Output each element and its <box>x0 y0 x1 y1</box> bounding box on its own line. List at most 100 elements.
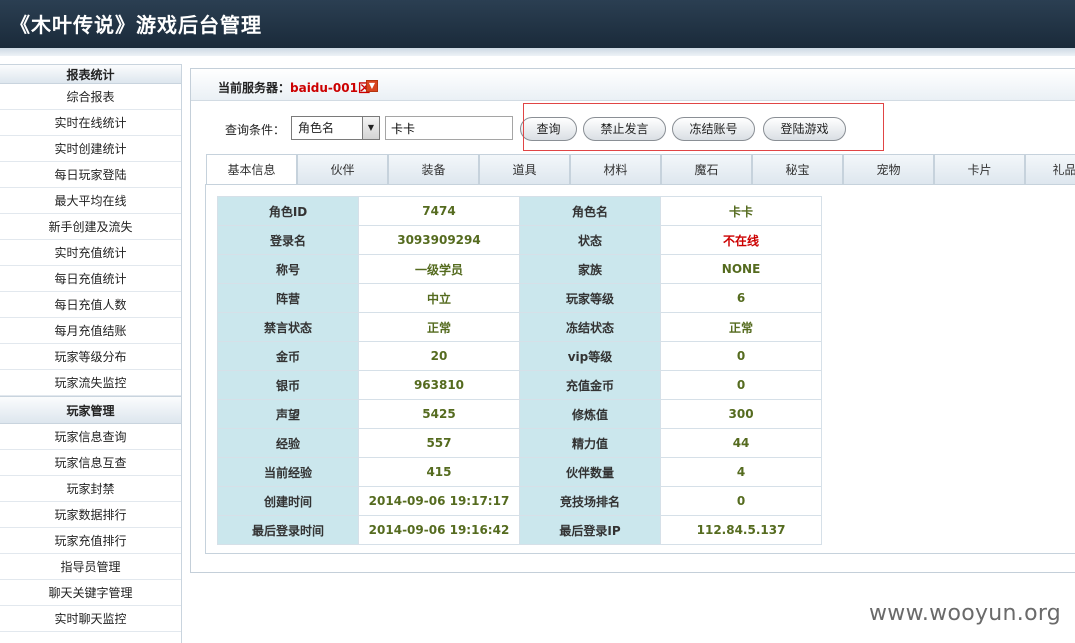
sidebar-item-player-crosscheck[interactable]: 玩家信息互查 <box>0 450 181 476</box>
table-row: 声望 5425 修炼值 300 <box>216 399 822 429</box>
sidebar-item-max-avg-online[interactable]: 最大平均在线 <box>0 188 181 214</box>
field-value: 20 <box>358 341 520 371</box>
watermark: www.wooyun.org <box>869 601 1062 626</box>
sidebar-section-reports[interactable]: 报表统计 <box>0 64 181 84</box>
table-row: 禁言状态 正常 冻结状态 正常 <box>216 312 822 342</box>
field-label: vip等级 <box>518 341 662 371</box>
field-value: 卡卡 <box>660 196 822 226</box>
sidebar-item-player-recharge-rank[interactable]: 玩家充值排行 <box>0 528 181 554</box>
table-row: 创建时间 2014-09-06 19:17:17 竞技场排名 0 <box>216 486 822 516</box>
tab-gift-cards[interactable]: 礼品卡 <box>1025 154 1075 185</box>
field-label: 最后登录时间 <box>216 515 360 545</box>
tab-equipment[interactable]: 装备 <box>388 154 479 185</box>
sidebar-item-summary-report[interactable]: 综合报表 <box>0 84 181 110</box>
tab-bar: 基本信息 伙伴 装备 道具 材料 魔石 秘宝 宠物 卡片 礼品卡 <box>206 154 1075 186</box>
sidebar-item-chat-keywords[interactable]: 聊天关键字管理 <box>0 580 181 606</box>
server-bar: 当前服务器： baidu-001区 ▼ <box>191 69 1075 101</box>
table-row: 经验 557 精力值 44 <box>216 428 822 458</box>
table-row: 称号 一级学员 家族 NONE <box>216 254 822 284</box>
field-label: 经验 <box>216 428 360 458</box>
field-label: 家族 <box>518 254 662 284</box>
server-dropdown-icon[interactable]: ▼ <box>366 80 378 92</box>
query-label: 查询条件： <box>225 123 286 137</box>
field-value: 415 <box>358 457 520 487</box>
sidebar-item-monthly-recharge[interactable]: 每月充值结账 <box>0 318 181 344</box>
sidebar-item-instructor-manage[interactable]: 指导员管理 <box>0 554 181 580</box>
field-value: 中立 <box>358 283 520 313</box>
tab-magic-stones[interactable]: 魔石 <box>661 154 752 185</box>
sidebar-item-realtime-recharge[interactable]: 实时充值统计 <box>0 240 181 266</box>
field-value: 557 <box>358 428 520 458</box>
field-label: 角色ID <box>216 196 360 226</box>
table-row: 角色ID 7474 角色名 卡卡 <box>216 196 822 226</box>
field-label: 状态 <box>518 225 662 255</box>
header-strip <box>0 48 1075 56</box>
field-value: 963810 <box>358 370 520 400</box>
app-header: 《木叶传说》游戏后台管理 <box>0 0 1075 48</box>
sidebar-item-daily-login[interactable]: 每日玩家登陆 <box>0 162 181 188</box>
sidebar: 报表统计 综合报表 实时在线统计 实时创建统计 每日玩家登陆 最大平均在线 新手… <box>0 64 182 643</box>
field-label: 当前经验 <box>216 457 360 487</box>
field-value: 不在线 <box>660 225 822 255</box>
sidebar-item-chat-monitor[interactable]: 实时聊天监控 <box>0 606 181 632</box>
field-value: 6 <box>660 283 822 313</box>
sidebar-item-level-distribution[interactable]: 玩家等级分布 <box>0 344 181 370</box>
sidebar-item-realtime-online[interactable]: 实时在线统计 <box>0 110 181 136</box>
sidebar-section-players[interactable]: 玩家管理 <box>0 396 181 424</box>
field-label: 角色名 <box>518 196 662 226</box>
field-value: 2014-09-06 19:17:17 <box>358 486 520 516</box>
query-type-select[interactable]: 角色名 ▼ <box>291 116 380 140</box>
field-value: 0 <box>660 370 822 400</box>
field-label: 阵营 <box>216 283 360 313</box>
field-label: 称号 <box>216 254 360 284</box>
field-value: 5425 <box>358 399 520 429</box>
field-value: 2014-09-06 19:16:42 <box>358 515 520 545</box>
player-info-table: 角色ID 7474 角色名 卡卡 登录名 3093909294 状态 不在线 称号 一级学员 家族 N… <box>216 196 822 545</box>
field-label: 金币 <box>216 341 360 371</box>
tab-cards[interactable]: 卡片 <box>934 154 1025 185</box>
tab-materials[interactable]: 材料 <box>570 154 661 185</box>
table-row: 银币 963810 充值金币 0 <box>216 370 822 400</box>
field-label: 竞技场排名 <box>518 486 662 516</box>
field-label: 玩家等级 <box>518 283 662 313</box>
sidebar-item-player-data-rank[interactable]: 玩家数据排行 <box>0 502 181 528</box>
tab-partners[interactable]: 伙伴 <box>297 154 388 185</box>
sidebar-item-player-ban[interactable]: 玩家封禁 <box>0 476 181 502</box>
tab-treasures[interactable]: 秘宝 <box>752 154 843 185</box>
field-label: 冻结状态 <box>518 312 662 342</box>
field-value: NONE <box>660 254 822 284</box>
field-label: 最后登录IP <box>518 515 662 545</box>
sidebar-item-player-query[interactable]: 玩家信息查询 <box>0 424 181 450</box>
field-label: 声望 <box>216 399 360 429</box>
tab-content-basic-info: 角色ID 7474 角色名 卡卡 登录名 3093909294 状态 不在线 称号 一级学员 家族 N… <box>205 184 1075 554</box>
field-label: 银币 <box>216 370 360 400</box>
highlight-box <box>523 103 884 151</box>
query-input[interactable] <box>385 116 513 140</box>
field-label: 充值金币 <box>518 370 662 400</box>
tab-items[interactable]: 道具 <box>479 154 570 185</box>
field-label: 精力值 <box>518 428 662 458</box>
table-row: 阵营 中立 玩家等级 6 <box>216 283 822 313</box>
server-name: baidu-001区 <box>290 81 370 95</box>
sidebar-item-churn-monitor[interactable]: 玩家流失监控 <box>0 370 181 396</box>
chevron-down-icon[interactable]: ▼ <box>362 117 379 139</box>
field-label: 创建时间 <box>216 486 360 516</box>
field-value: 正常 <box>358 312 520 342</box>
table-row: 金币 20 vip等级 0 <box>216 341 822 371</box>
sidebar-item-newbie-churn[interactable]: 新手创建及流失 <box>0 214 181 240</box>
sidebar-item-daily-recharge-users[interactable]: 每日充值人数 <box>0 292 181 318</box>
tab-basic-info[interactable]: 基本信息 <box>206 154 297 186</box>
field-value: 44 <box>660 428 822 458</box>
sidebar-item-daily-recharge[interactable]: 每日充值统计 <box>0 266 181 292</box>
field-value: 0 <box>660 341 822 371</box>
field-label: 修炼值 <box>518 399 662 429</box>
field-value: 正常 <box>660 312 822 342</box>
field-value: 112.84.5.137 <box>660 515 822 545</box>
tab-pets[interactable]: 宠物 <box>843 154 934 185</box>
field-value: 一级学员 <box>358 254 520 284</box>
server-label: 当前服务器： <box>218 81 291 95</box>
field-label: 登录名 <box>216 225 360 255</box>
field-value: 7474 <box>358 196 520 226</box>
field-label: 禁言状态 <box>216 312 360 342</box>
sidebar-item-realtime-create[interactable]: 实时创建统计 <box>0 136 181 162</box>
